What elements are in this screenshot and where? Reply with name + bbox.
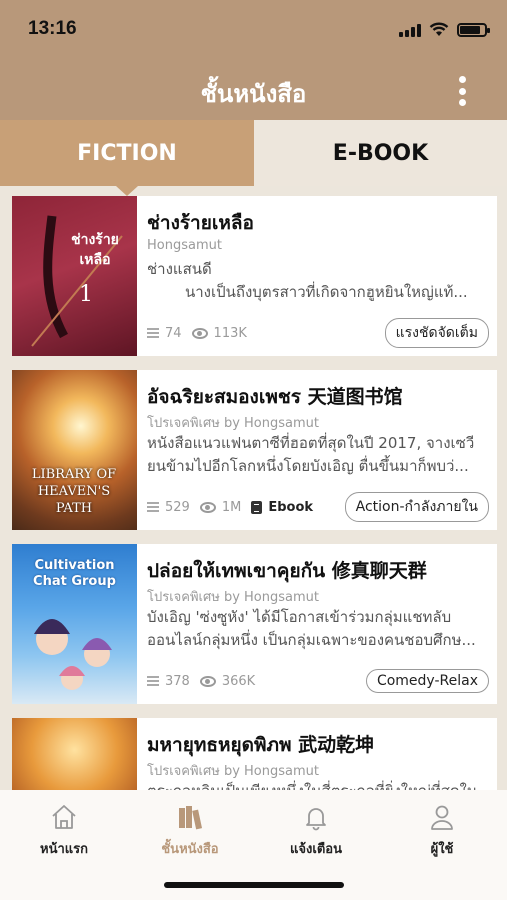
status-bar: 13:16 [0, 0, 507, 60]
home-indicator[interactable] [164, 882, 344, 888]
book-author: โปรเจคพิเศษ by Hongsamut [147, 764, 319, 779]
page-title: ชั้นหนังสือ [200, 80, 307, 108]
book-meta: 74 113K แรงชัดจัดเต็ม [147, 318, 489, 348]
book-title[interactable]: มหายุทธหยุดพิภพ 武动乾坤 [147, 730, 485, 760]
genre-tag[interactable]: Action-กำลังภายใน [344, 492, 489, 522]
book-card[interactable]: Cultivation Chat Group ปล่อยให้เทพเขาคุย… [12, 544, 497, 704]
status-icons [399, 22, 490, 37]
nav-notifications[interactable]: แจ้งเตือน [266, 802, 366, 859]
cover-title: LIBRARY OF HEAVEN'S PATH [31, 467, 117, 516]
header-bar: ชั้นหนังสือ [0, 60, 507, 120]
user-icon [431, 805, 453, 830]
cover-title: Cultivation Chat Group [33, 558, 116, 589]
nav-notifications-label: แจ้งเตือน [290, 842, 342, 857]
status-time: 13:16 [28, 18, 77, 39]
battery-icon [457, 22, 490, 37]
book-author: โปรเจคพิเศษ by Hongsamut [147, 590, 319, 605]
chapter-count: 529 [165, 499, 190, 515]
tab-fiction[interactable]: FICTION [0, 120, 254, 196]
views-icon [199, 675, 216, 687]
cellular-signal-icon [399, 23, 421, 37]
book-author: โปรเจคพิเศษ by Hongsamut [147, 416, 319, 431]
nav-bookshelf-label: ชั้นหนังสือ [161, 842, 219, 857]
book-cover [12, 718, 137, 790]
home-icon [52, 805, 76, 829]
cover-volume: 1 [79, 282, 93, 307]
nav-user-label: ผู้ใช้ [430, 842, 454, 857]
chapter-count: 378 [165, 673, 190, 689]
ebook-label: Ebook [268, 499, 314, 515]
book-card[interactable]: LIBRARY OF HEAVEN'S PATH อัจฉริยะสมองเพช… [12, 370, 497, 530]
cover-title: ช่างร้ายเหลือ [71, 232, 119, 268]
genre-tag[interactable]: แรงชัดจัดเต็ม [384, 318, 489, 348]
book-description: ตระกูลหลินเป็นเพียงหนึ่งในสี่ตระกูลที่ยิ… [147, 780, 481, 790]
views-icon [191, 327, 208, 339]
book-card[interactable]: ช่างร้ายเหลือ 1 ช่างร้ายเหลือ Hongsamut … [12, 196, 497, 356]
view-count: 1M [221, 499, 242, 515]
chapters-icon [147, 502, 159, 512]
ebook-icon [251, 500, 263, 514]
book-author: Hongsamut [147, 238, 222, 253]
tab-ebook[interactable]: E-BOOK [254, 120, 507, 186]
book-meta: 378 366K Comedy-Relax [147, 668, 489, 694]
nav-bookshelf[interactable]: ชั้นหนังสือ [140, 802, 240, 859]
book-description: บังเอิญ 'ซ่งซูหัง' ได้มีโอกาสเข้าร่วมกลุ… [147, 608, 476, 649]
views-icon [199, 501, 216, 513]
cover-art [31, 215, 123, 347]
chapters-icon [147, 676, 159, 686]
book-description: ช่างแสนดี นางเป็นถึงบุตรสาวที่เกิดจากฮูห… [147, 260, 468, 301]
more-options-icon[interactable] [457, 76, 467, 106]
chapters-icon [147, 328, 159, 338]
book-title[interactable]: ช่างร้ายเหลือ [147, 208, 485, 238]
nav-home-label: หน้าแรก [40, 842, 88, 857]
book-title[interactable]: อัจฉริยะสมองเพชร 天道图书馆 [147, 382, 485, 412]
tab-bar: FICTION E-BOOK [0, 120, 507, 196]
view-count: 366K [221, 673, 256, 689]
book-meta: 529 1M Ebook Action-กำลังภายใน [147, 492, 489, 522]
book-description: หนังสือแนวแฟนตาซีที่ฮอตที่สุดในปี 2017, … [147, 434, 475, 475]
book-title[interactable]: ปล่อยให้เทพเขาคุยกัน 修真聊天群 [147, 556, 485, 586]
bookshelf-icon [179, 806, 203, 830]
genre-tag[interactable]: Comedy-Relax [365, 669, 489, 693]
chapter-count: 74 [165, 325, 182, 341]
wifi-icon [429, 22, 449, 36]
book-cover: ช่างร้ายเหลือ 1 [12, 196, 137, 356]
book-cover: Cultivation Chat Group [12, 544, 137, 704]
nav-user[interactable]: ผู้ใช้ [392, 802, 492, 859]
book-cover: LIBRARY OF HEAVEN'S PATH [12, 370, 137, 530]
nav-home[interactable]: หน้าแรก [14, 802, 114, 859]
view-count: 113K [213, 325, 247, 341]
book-list[interactable]: ช่างร้ายเหลือ 1 ช่างร้ายเหลือ Hongsamut … [0, 186, 507, 790]
book-card[interactable]: มหายุทธหยุดพิภพ 武动乾坤 โปรเจคพิเศษ by Hong… [12, 718, 497, 790]
bell-icon [306, 808, 326, 831]
